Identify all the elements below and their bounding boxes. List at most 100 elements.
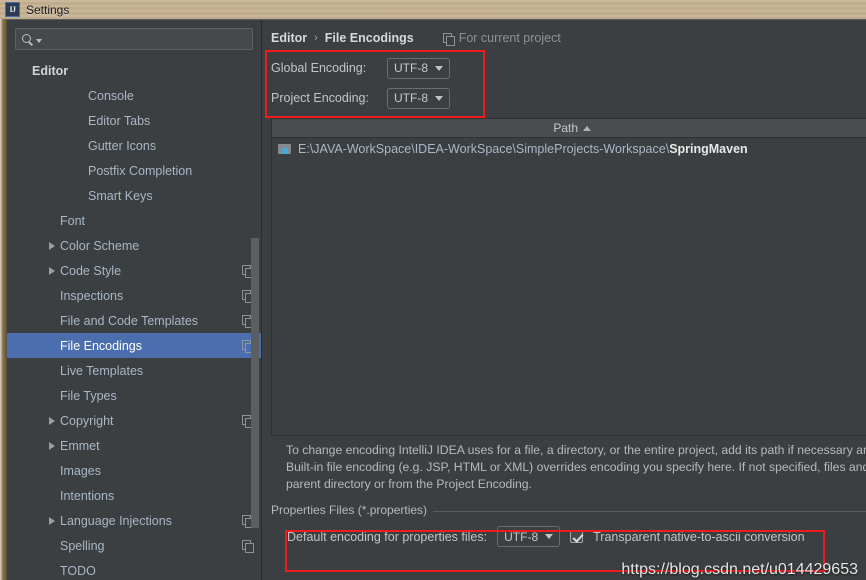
- scope-note-label: For current project: [458, 31, 561, 45]
- sidebar-item-label: Inspections: [60, 288, 124, 303]
- sidebar-item-live-templates[interactable]: Live Templates: [7, 358, 261, 383]
- settings-dialog: Editor Console Editor Tabs Gutter Icons Post…: [7, 19, 866, 580]
- group-title: Properties Files (*.properties): [271, 503, 434, 517]
- sidebar-item-file-and-code-templates[interactable]: File and Code Templates: [7, 308, 261, 333]
- sidebar-item-label: Spelling: [60, 538, 105, 553]
- search-box[interactable]: [15, 28, 253, 50]
- table-row[interactable]: E:\JAVA-WorkSpace\IDEA-WorkSpace\SimpleP…: [272, 138, 866, 160]
- sidebar-item-label: TODO: [60, 563, 96, 578]
- sidebar-item-label: Editor: [32, 63, 69, 78]
- window-title: Settings: [26, 2, 70, 17]
- watermark-url: https://blog.csdn.net/u014429653: [621, 561, 858, 578]
- group-body: Default encoding for properties files: U…: [271, 512, 866, 547]
- sidebar-item-gutter-icons[interactable]: Gutter Icons: [7, 133, 261, 158]
- sidebar-item-file-types[interactable]: File Types: [7, 383, 261, 408]
- sidebar-item-intentions[interactable]: Intentions: [7, 483, 261, 508]
- search-icon: [21, 33, 34, 46]
- breadcrumb-current: File Encodings: [324, 31, 414, 45]
- path-cell: E:\JAVA-WorkSpace\IDEA-WorkSpace\SimpleP…: [298, 142, 748, 156]
- expand-arrow-icon[interactable]: [49, 416, 55, 425]
- search-input[interactable]: [44, 32, 247, 46]
- search-container: [7, 20, 261, 56]
- sidebar-item-file-encodings[interactable]: File Encodings: [7, 333, 261, 358]
- sidebar-item-spelling[interactable]: Spelling: [7, 533, 261, 558]
- sidebar-item-editor-tabs[interactable]: Editor Tabs: [7, 108, 261, 133]
- sidebar-item-label: Emmet: [60, 438, 100, 453]
- intellij-idea-icon: [5, 2, 20, 17]
- sidebar-item-smart-keys[interactable]: Smart Keys: [7, 183, 261, 208]
- sidebar-item-label: Intentions: [60, 488, 115, 503]
- encoding-dropdown-project-encoding[interactable]: UTF-8: [387, 87, 450, 109]
- sidebar-item-emmet[interactable]: Emmet: [7, 433, 261, 458]
- help-line: parent directory or from the Project Enc…: [286, 477, 532, 491]
- encoding-row-global-encoding: Global Encoding: UTF-8: [271, 53, 866, 83]
- path-prefix: E:\JAVA-WorkSpace\IDEA-WorkSpace\SimpleP…: [298, 142, 670, 156]
- help-line: To change encoding IntelliJ IDEA uses fo…: [286, 443, 866, 457]
- folder-icon: [278, 143, 292, 155]
- path-project-name: SpringMaven: [669, 142, 748, 156]
- sort-ascending-icon: [583, 125, 592, 131]
- properties-files-group: Properties Files (*.properties) Default …: [271, 503, 866, 547]
- expand-arrow-icon[interactable]: [49, 266, 55, 275]
- breadcrumb: Editor › File Encodings For current proj…: [262, 20, 866, 46]
- sidebar-scrollbar[interactable]: [251, 238, 259, 528]
- sidebar-item-color-scheme[interactable]: Color Scheme: [7, 233, 261, 258]
- sidebar-item-label: File Encodings: [60, 338, 142, 353]
- sidebar-item-label: Smart Keys: [88, 188, 153, 203]
- sidebar-item-todo[interactable]: TODO: [7, 558, 261, 580]
- sidebar-item-label: Language Injections: [60, 513, 172, 528]
- properties-encoding-value: UTF-8: [504, 529, 539, 544]
- sidebar-item-label: Console: [88, 88, 134, 103]
- properties-encoding-dropdown[interactable]: UTF-8: [497, 526, 561, 547]
- encoding-value: UTF-8: [394, 91, 428, 105]
- encoding-value: UTF-8: [394, 61, 428, 75]
- sidebar-item-code-style[interactable]: Code Style: [7, 258, 261, 283]
- sidebar-item-label: Color Scheme: [60, 238, 140, 253]
- sidebar-item-label: Editor Tabs: [88, 113, 151, 128]
- sidebar-item-label: Gutter Icons: [88, 138, 157, 153]
- settings-sidebar: Editor Console Editor Tabs Gutter Icons Post…: [7, 20, 262, 580]
- window-titlebar: Settings: [0, 0, 866, 19]
- copy-icon[interactable]: [242, 540, 254, 553]
- chevron-down-icon: [435, 65, 443, 71]
- encoding-dropdown-global-encoding[interactable]: UTF-8: [387, 57, 450, 79]
- scope-note: For current project: [442, 31, 561, 46]
- expand-arrow-icon[interactable]: [49, 516, 55, 525]
- chevron-down-icon[interactable]: [36, 38, 42, 43]
- encoding-label: Project Encoding:: [271, 91, 369, 105]
- help-line: Built-in file encoding (e.g. JSP, HTML o…: [286, 460, 866, 474]
- sidebar-item-label: Live Templates: [60, 363, 144, 378]
- help-description: To change encoding IntelliJ IDEA uses fo…: [262, 436, 866, 493]
- sidebar-item-console[interactable]: Console: [7, 83, 261, 108]
- transparent-conversion-checkbox[interactable]: [570, 530, 584, 543]
- transparent-conversion-label: Transparent native-to-ascii conversion: [593, 529, 805, 544]
- desktop-left-sliver: [0, 19, 7, 580]
- sidebar-item-font[interactable]: Font: [7, 208, 261, 233]
- table-column-header-label: Path: [553, 121, 579, 135]
- sidebar-item-language-injections[interactable]: Language Injections: [7, 508, 261, 533]
- sidebar-item-inspections[interactable]: Inspections: [7, 283, 261, 308]
- sidebar-item-label: Images: [60, 463, 101, 478]
- sidebar-item-label: File and Code Templates: [60, 313, 199, 328]
- sidebar-item-postfix-completion[interactable]: Postfix Completion: [7, 158, 261, 183]
- chevron-down-icon: [545, 534, 554, 539]
- table-body: E:\JAVA-WorkSpace\IDEA-WorkSpace\SimpleP…: [272, 138, 866, 160]
- table-header-path[interactable]: Path: [272, 119, 866, 138]
- settings-tree: Editor Console Editor Tabs Gutter Icons Post…: [7, 56, 261, 580]
- encoding-row-project-encoding: Project Encoding: UTF-8: [271, 83, 866, 113]
- expand-arrow-icon[interactable]: [49, 441, 55, 450]
- sidebar-item-label: File Types: [60, 388, 117, 403]
- sidebar-item-label: Postfix Completion: [88, 163, 193, 178]
- sidebar-item-images[interactable]: Images: [7, 458, 261, 483]
- sidebar-item-copyright[interactable]: Copyright: [7, 408, 261, 433]
- encoding-label: Global Encoding:: [271, 61, 367, 75]
- sidebar-item-label: Copyright: [60, 413, 114, 428]
- properties-encoding-label: Default encoding for properties files:: [287, 529, 488, 544]
- breadcrumb-separator: ›: [314, 32, 318, 44]
- sidebar-item-label: Font: [60, 213, 86, 228]
- copy-icon: [442, 32, 455, 46]
- encoding-settings-group: Global Encoding: UTF-8 Project Encoding: UT…: [262, 45, 866, 113]
- breadcrumb-parent[interactable]: Editor: [271, 31, 307, 45]
- sidebar-item-editor[interactable]: Editor: [7, 58, 261, 83]
- expand-arrow-icon[interactable]: [49, 241, 55, 250]
